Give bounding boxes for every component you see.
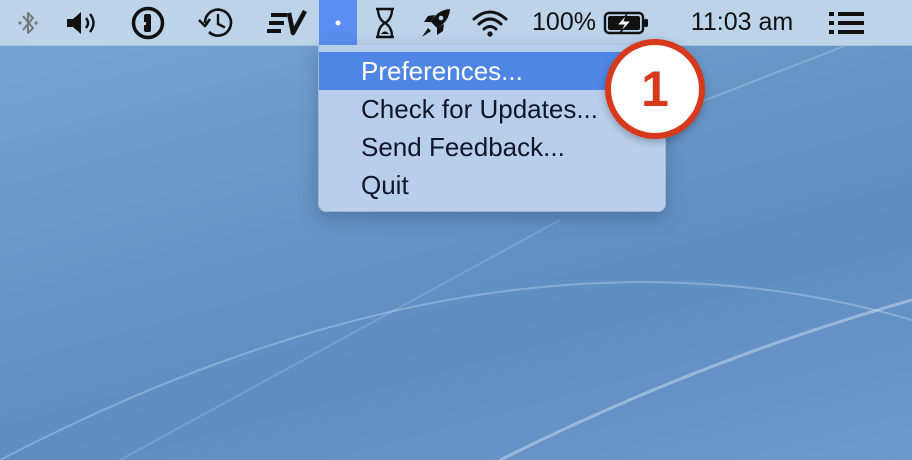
menu-item-label: Quit	[361, 169, 409, 200]
battery-charging-icon[interactable]	[602, 0, 652, 45]
app-dot-icon[interactable]	[319, 0, 357, 45]
battery-percent: 100%	[532, 8, 596, 36]
bluetooth-icon[interactable]	[12, 0, 44, 45]
1password-icon[interactable]	[128, 0, 168, 45]
volume-icon[interactable]	[62, 0, 104, 45]
step-badge: 1	[605, 39, 705, 139]
wifi-icon[interactable]	[470, 0, 510, 45]
menu-bar: 100% 11:03 am	[0, 0, 912, 46]
menu-item-label: Check for Updates...	[361, 93, 598, 124]
menu-item-quit[interactable]: Quit	[319, 166, 665, 204]
menu-item-label: Preferences...	[361, 55, 523, 86]
hourglass-icon[interactable]	[370, 0, 400, 45]
menubar-clock[interactable]: 11:03 am	[680, 0, 804, 45]
list-icon[interactable]	[824, 0, 870, 45]
expressvpn-icon[interactable]	[266, 0, 308, 45]
menu-item-label: Send Feedback...	[361, 131, 565, 162]
step-badge-number: 1	[641, 61, 669, 117]
menu-item-send-feedback[interactable]: Send Feedback...	[319, 128, 665, 166]
time-machine-icon[interactable]	[194, 0, 238, 45]
rocket-icon[interactable]	[418, 0, 454, 45]
